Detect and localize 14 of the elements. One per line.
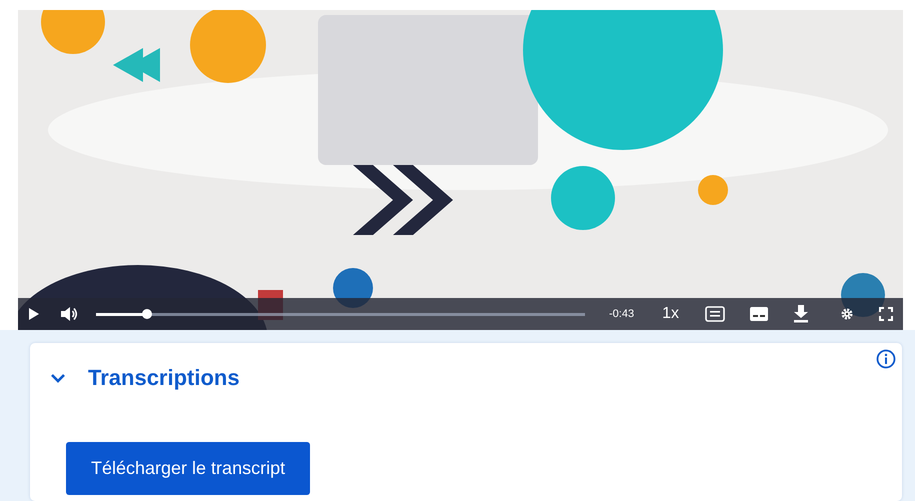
speed-button[interactable]: 1x: [656, 304, 685, 324]
fullscreen-button[interactable]: [879, 307, 893, 321]
section-title: Transcriptions: [88, 365, 240, 391]
play-button[interactable]: [28, 307, 40, 321]
download-button[interactable]: [793, 305, 809, 323]
info-icon[interactable]: [876, 349, 896, 369]
transcript-button[interactable]: [705, 306, 725, 322]
collapse-chevron-icon[interactable]: [50, 373, 66, 383]
volume-button[interactable]: [60, 306, 78, 322]
settings-icon[interactable]: [841, 308, 853, 320]
download-transcript-button[interactable]: Télécharger le transcript: [66, 442, 310, 495]
subtitles-button[interactable]: [749, 306, 769, 322]
progress-thumb[interactable]: [142, 308, 152, 318]
time-remaining: -0:43: [609, 308, 634, 320]
